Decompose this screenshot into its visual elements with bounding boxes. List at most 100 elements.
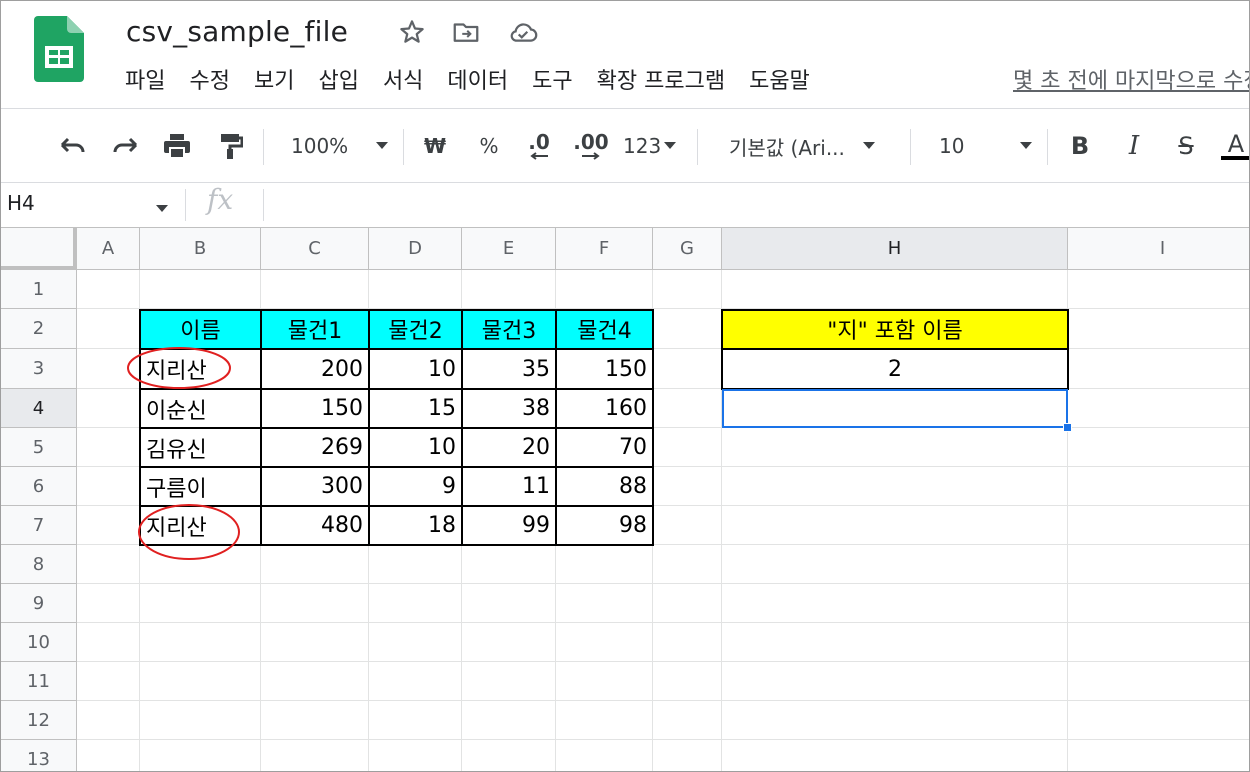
highlight-circle-icon <box>127 347 231 389</box>
value-cell[interactable]: 480 <box>261 506 369 545</box>
value-cell[interactable]: 70 <box>556 428 653 467</box>
column-header-h[interactable]: H <box>722 228 1068 270</box>
fill-handle[interactable] <box>1063 423 1072 432</box>
column-header-a[interactable]: A <box>77 228 140 270</box>
value-cell[interactable]: 98 <box>556 506 653 545</box>
column-header-b[interactable]: B <box>140 228 261 270</box>
value-cell[interactable]: 20 <box>462 428 556 467</box>
value-cell[interactable]: 11 <box>462 467 556 506</box>
move-to-folder-icon[interactable] <box>451 17 481 47</box>
undo-icon <box>60 137 85 153</box>
menu-data[interactable]: 데이터 <box>435 65 520 99</box>
value-cell[interactable]: 88 <box>556 467 653 506</box>
value-cell[interactable]: 150 <box>261 389 369 428</box>
value-cell[interactable]: 160 <box>556 389 653 428</box>
column-header-d[interactable]: D <box>369 228 462 270</box>
undo-button[interactable] <box>56 131 90 161</box>
row-header-1[interactable]: 1 <box>1 270 77 309</box>
formula-input[interactable] <box>271 189 1241 221</box>
row-header-3[interactable]: 3 <box>1 349 77 389</box>
document-title[interactable]: csv_sample_file <box>126 15 348 48</box>
formula-bar-separator <box>185 189 186 221</box>
menu-tools[interactable]: 도구 <box>520 65 584 99</box>
bold-button[interactable]: B <box>1065 131 1095 161</box>
increase-decimal-button[interactable]: .00 <box>571 131 611 161</box>
table-border <box>260 309 262 546</box>
font-size-select[interactable]: 10 <box>939 131 1033 161</box>
decrease-decimal-button[interactable]: .0 <box>521 131 557 161</box>
toolbar-separator <box>403 129 404 165</box>
menu-extensions[interactable]: 확장 프로그램 <box>585 65 737 99</box>
google-sheets-logo-icon[interactable] <box>34 16 84 82</box>
menu-format[interactable]: 서식 <box>371 65 435 99</box>
value-cell[interactable]: 9 <box>369 467 462 506</box>
printer-icon <box>164 134 190 159</box>
zoom-select[interactable]: 100% <box>291 131 391 161</box>
table-header-cell[interactable]: 물건2 <box>369 309 462 349</box>
table-header-cell[interactable]: 이름 <box>140 309 261 349</box>
active-cell-h4[interactable] <box>722 389 1068 428</box>
table-border <box>368 309 370 546</box>
value-cell[interactable]: 15 <box>369 389 462 428</box>
name-box[interactable]: H4 <box>7 191 35 215</box>
value-cell[interactable]: 38 <box>462 389 556 428</box>
table-header-cell[interactable]: 물건4 <box>556 309 653 349</box>
row-header-7[interactable]: 7 <box>1 506 77 545</box>
font-family-select[interactable]: 기본값 (Ari... <box>729 131 897 161</box>
value-cell[interactable]: 99 <box>462 506 556 545</box>
result-header-cell[interactable]: "지" 포함 이름 <box>722 309 1068 349</box>
result-value-cell[interactable]: 2 <box>722 349 1068 389</box>
table-header-cell[interactable]: 물건3 <box>462 309 556 349</box>
column-header-g[interactable]: G <box>653 228 722 270</box>
value-cell[interactable]: 18 <box>369 506 462 545</box>
column-header-i[interactable]: I <box>1068 228 1249 270</box>
currency-format-button[interactable]: ₩ <box>421 131 449 161</box>
column-header-f[interactable]: F <box>556 228 653 270</box>
text-color-button[interactable]: A <box>1221 131 1249 161</box>
name-cell[interactable]: 이순신 <box>140 389 261 428</box>
column-header-e[interactable]: E <box>462 228 556 270</box>
name-box-dropdown-icon[interactable] <box>156 205 168 213</box>
name-cell[interactable]: 김유신 <box>140 428 261 467</box>
row-header-2[interactable]: 2 <box>1 309 77 349</box>
row-header-6[interactable]: 6 <box>1 467 77 506</box>
redo-button[interactable] <box>108 131 142 161</box>
row-header-4[interactable]: 4 <box>1 389 77 428</box>
row-header-5[interactable]: 5 <box>1 428 77 467</box>
row-header-10[interactable]: 10 <box>1 623 77 662</box>
menu-file[interactable]: 파일 <box>113 65 177 99</box>
value-cell[interactable]: 10 <box>369 349 462 389</box>
row-header-11[interactable]: 11 <box>1 662 77 701</box>
table-border <box>652 309 654 546</box>
value-cell[interactable]: 200 <box>261 349 369 389</box>
print-button[interactable] <box>159 131 195 161</box>
cloud-saved-icon[interactable] <box>507 17 539 47</box>
percent-format-button[interactable]: % <box>475 131 503 161</box>
table-border <box>139 427 654 429</box>
row-header-12[interactable]: 12 <box>1 701 77 740</box>
select-all-corner[interactable] <box>1 228 77 270</box>
value-cell[interactable]: 300 <box>261 467 369 506</box>
row-header-8[interactable]: 8 <box>1 545 77 584</box>
last-edit-link[interactable]: 몇 초 전에 마지막으로 수정했습니다 <box>1013 65 1249 99</box>
toolbar: 100% ₩ % .0 .00 123 기본값 (Ari... 10 B I S… <box>1 109 1249 183</box>
column-header-c[interactable]: C <box>261 228 369 270</box>
menu-edit[interactable]: 수정 <box>177 65 241 99</box>
table-header-cell[interactable]: 물건1 <box>261 309 369 349</box>
star-icon[interactable] <box>397 17 427 47</box>
strikethrough-button[interactable]: S <box>1171 131 1201 161</box>
row-header-13[interactable]: 13 <box>1 740 77 771</box>
value-cell[interactable]: 150 <box>556 349 653 389</box>
value-cell[interactable]: 10 <box>369 428 462 467</box>
paint-format-button[interactable] <box>213 131 247 161</box>
menu-help[interactable]: 도움말 <box>737 65 822 99</box>
number-format-select[interactable]: 123 <box>623 131 683 161</box>
value-cell[interactable]: 35 <box>462 349 556 389</box>
name-cell[interactable]: 구름이 <box>140 467 261 506</box>
highlight-circle-icon <box>138 504 240 560</box>
italic-button[interactable]: I <box>1119 131 1149 161</box>
menu-insert[interactable]: 삽입 <box>306 65 370 99</box>
row-header-9[interactable]: 9 <box>1 584 77 623</box>
menu-view[interactable]: 보기 <box>242 65 306 99</box>
value-cell[interactable]: 269 <box>261 428 369 467</box>
